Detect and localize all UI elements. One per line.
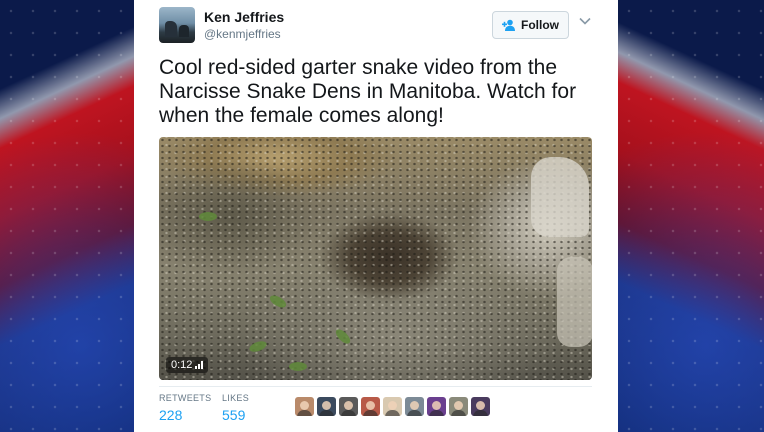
video-duration: 0:12 bbox=[171, 359, 193, 371]
stats-divider bbox=[159, 386, 592, 387]
liker-avatars bbox=[295, 397, 490, 416]
chevron-down-icon[interactable] bbox=[579, 17, 591, 25]
liker-avatar[interactable] bbox=[383, 397, 402, 416]
retweets-label: RETWEETS bbox=[159, 393, 212, 403]
follow-label: Follow bbox=[521, 18, 559, 32]
liker-avatar[interactable] bbox=[471, 397, 490, 416]
author-avatar[interactable] bbox=[159, 7, 195, 43]
follow-button[interactable]: Follow bbox=[492, 11, 569, 39]
likes-label: LIKES bbox=[222, 393, 250, 403]
liker-avatar[interactable] bbox=[317, 397, 336, 416]
liker-avatar[interactable] bbox=[361, 397, 380, 416]
background-right-panel bbox=[618, 0, 764, 432]
likes-stat[interactable]: LIKES 559 bbox=[222, 393, 249, 423]
retweets-stat[interactable]: RETWEETS 228 bbox=[159, 393, 211, 423]
background-left-panel bbox=[0, 0, 134, 432]
tweet-text: Cool red-sided garter snake video from t… bbox=[159, 56, 577, 127]
video-duration-badge: 0:12 bbox=[166, 357, 209, 373]
signal-bars-icon bbox=[195, 361, 204, 369]
retweets-count[interactable]: 228 bbox=[159, 407, 211, 423]
liker-avatar[interactable] bbox=[449, 397, 468, 416]
tweet-card: Ken Jeffries @kenmjeffries Follow Cool r… bbox=[134, 0, 618, 432]
liker-avatar[interactable] bbox=[427, 397, 446, 416]
liker-avatar[interactable] bbox=[339, 397, 358, 416]
liker-avatar[interactable] bbox=[405, 397, 424, 416]
author-name[interactable]: Ken Jeffries bbox=[204, 9, 284, 25]
likes-count[interactable]: 559 bbox=[222, 407, 249, 423]
add-user-icon bbox=[502, 19, 515, 31]
video-player[interactable]: 0:12 bbox=[159, 137, 592, 380]
author-handle[interactable]: @kenmjeffries bbox=[204, 27, 281, 41]
liker-avatar[interactable] bbox=[295, 397, 314, 416]
